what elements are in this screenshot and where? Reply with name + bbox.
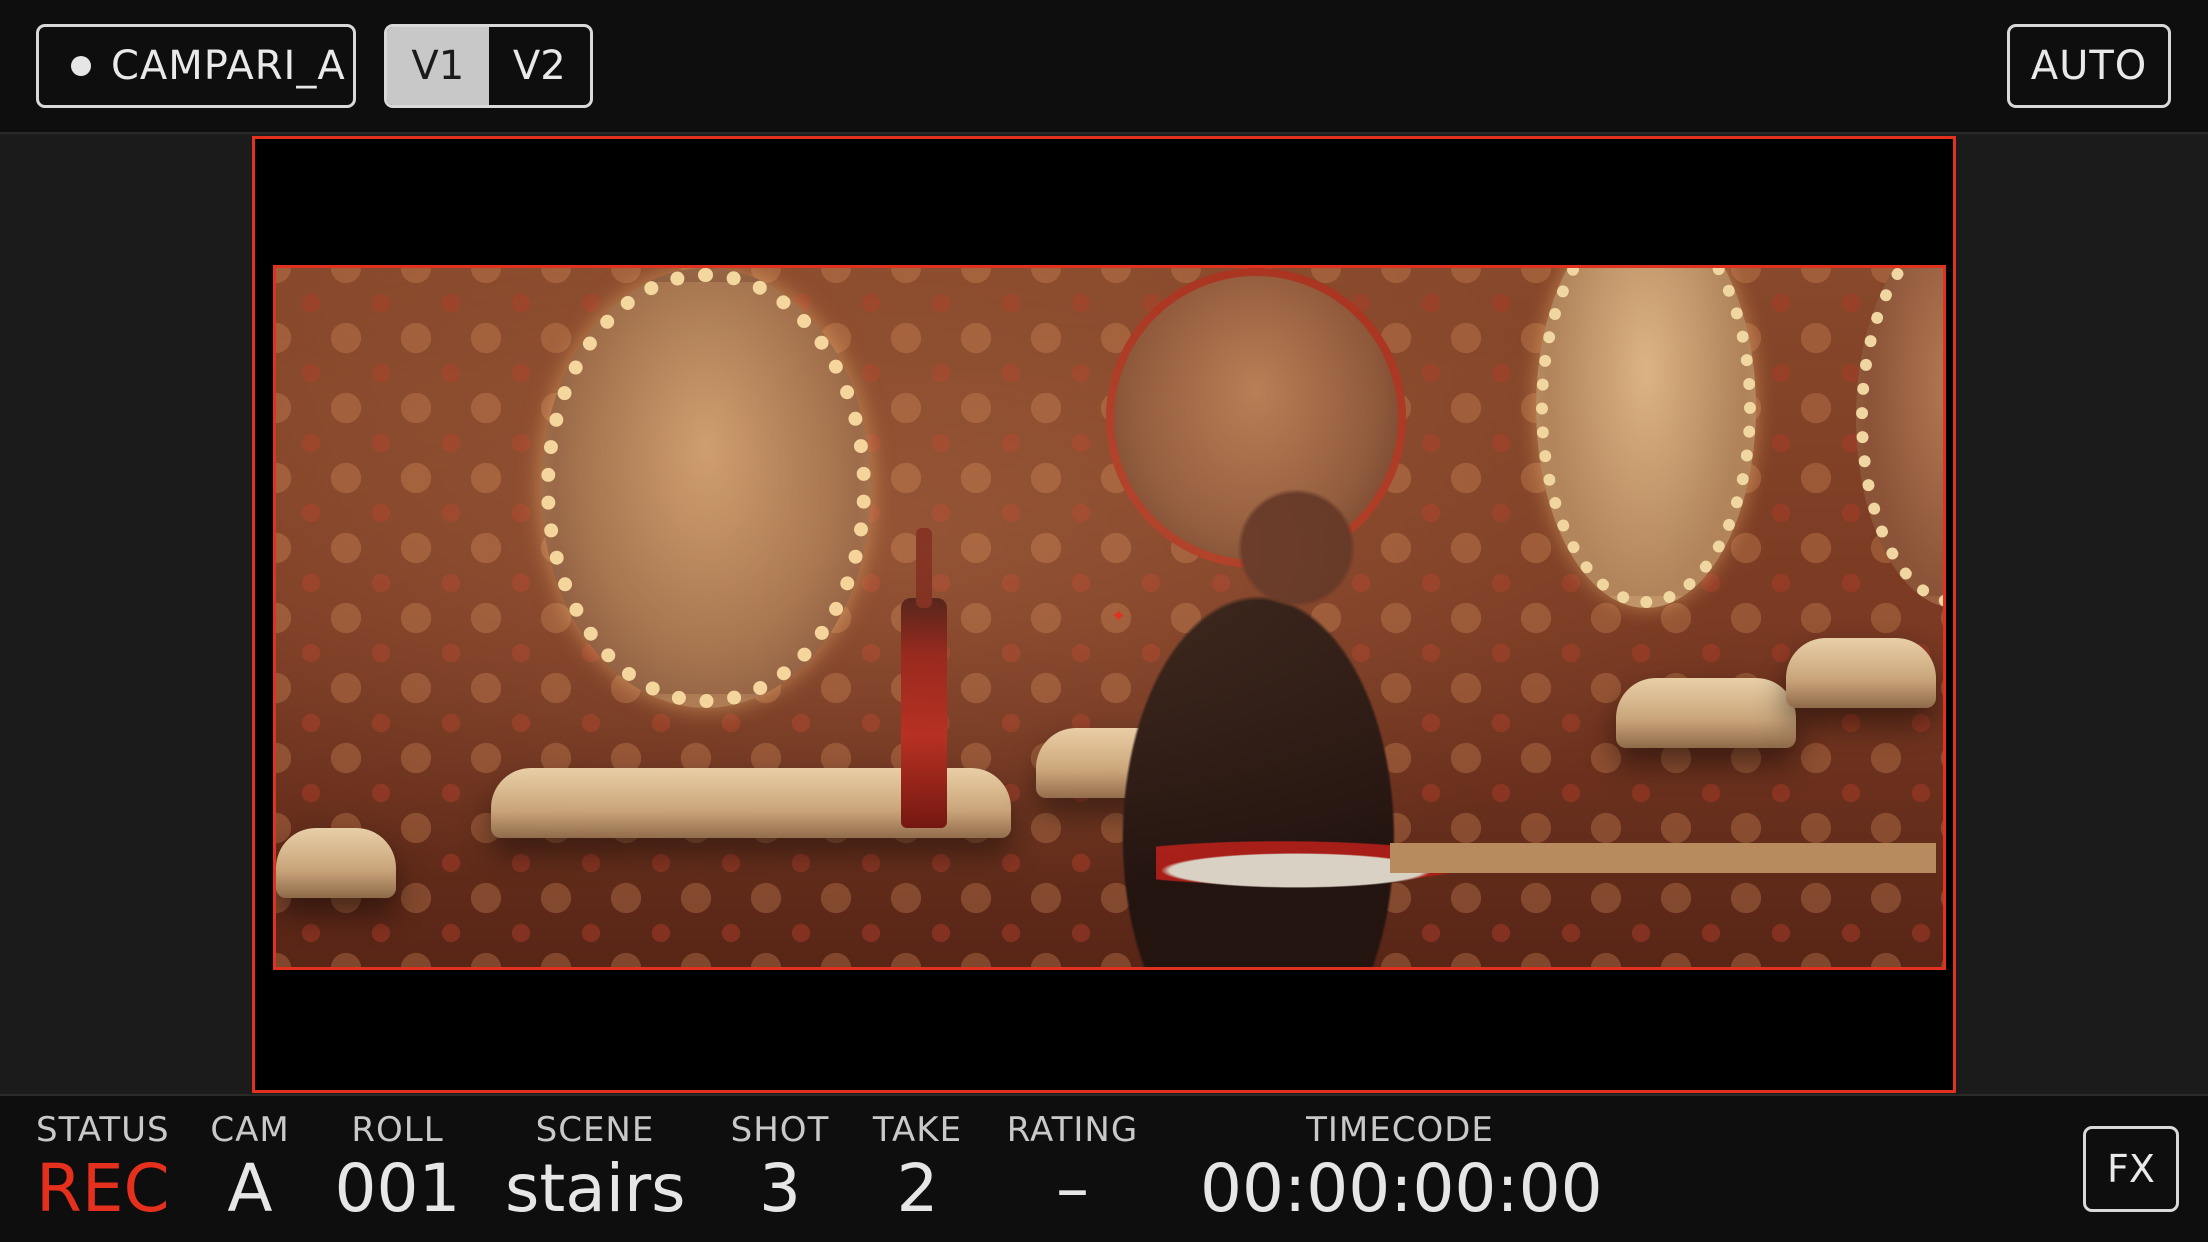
roll-field[interactable]: ROLL 001 bbox=[330, 1110, 465, 1222]
record-dot-icon bbox=[71, 56, 91, 76]
video-image-shelf bbox=[276, 828, 396, 898]
fx-button[interactable]: FX bbox=[2083, 1126, 2179, 1212]
video-image-guitar bbox=[1156, 788, 1936, 938]
video-image-shelf bbox=[1786, 638, 1936, 708]
cam-label: CAM bbox=[210, 1110, 290, 1150]
top-toolbar: CAMPARI_A V1 V2 AUTO bbox=[0, 0, 2208, 134]
rating-field[interactable]: RATING – bbox=[1005, 1110, 1140, 1222]
take-value: 2 bbox=[896, 1150, 939, 1227]
camera-name-label: CAMPARI_A bbox=[111, 43, 346, 89]
center-marker-icon: ✦ bbox=[1111, 606, 1127, 627]
take-field[interactable]: TAKE 2 bbox=[865, 1110, 970, 1222]
video-image-mirror bbox=[541, 268, 871, 708]
take-label: TAKE bbox=[872, 1110, 963, 1150]
shot-label: SHOT bbox=[730, 1110, 830, 1150]
timecode-value: 00:00:00:00 bbox=[1200, 1150, 1603, 1227]
video-image-shelf bbox=[1616, 678, 1796, 748]
scene-field[interactable]: SCENE stairs bbox=[505, 1110, 686, 1227]
roll-label: ROLL bbox=[351, 1110, 444, 1150]
roll-value: 001 bbox=[334, 1150, 461, 1227]
video-frame-guide: ✦ bbox=[273, 265, 1946, 970]
auto-button[interactable]: AUTO bbox=[2007, 24, 2171, 108]
status-field: STATUS REC bbox=[36, 1110, 170, 1227]
metadata-bar: STATUS REC CAM A ROLL 001 SCENE stairs S… bbox=[0, 1094, 2208, 1242]
video-viewer[interactable]: ✦ bbox=[252, 136, 1956, 1093]
timecode-label: TIMECODE bbox=[1306, 1110, 1494, 1150]
video-image-bottle bbox=[901, 528, 947, 828]
status-label: STATUS bbox=[36, 1110, 170, 1150]
timecode-field: TIMECODE 00:00:00:00 bbox=[1200, 1110, 1603, 1227]
status-value: REC bbox=[36, 1150, 170, 1227]
cam-value: A bbox=[227, 1150, 273, 1227]
view-toggle: V1 V2 bbox=[384, 24, 593, 108]
camera-monitor-app: CAMPARI_A V1 V2 AUTO ✦ STATUS REC CAM A … bbox=[0, 0, 2208, 1242]
rating-value: – bbox=[1056, 1150, 1089, 1227]
scene-value: stairs bbox=[505, 1150, 686, 1227]
camera-select-button[interactable]: CAMPARI_A bbox=[36, 24, 356, 108]
scene-label: SCENE bbox=[535, 1110, 655, 1150]
shot-field[interactable]: SHOT 3 bbox=[725, 1110, 835, 1222]
shot-value: 3 bbox=[759, 1150, 801, 1227]
view-v2-button[interactable]: V2 bbox=[489, 27, 591, 105]
rating-label: RATING bbox=[1006, 1110, 1139, 1150]
cam-field: CAM A bbox=[200, 1110, 300, 1222]
view-v1-button[interactable]: V1 bbox=[387, 27, 489, 105]
